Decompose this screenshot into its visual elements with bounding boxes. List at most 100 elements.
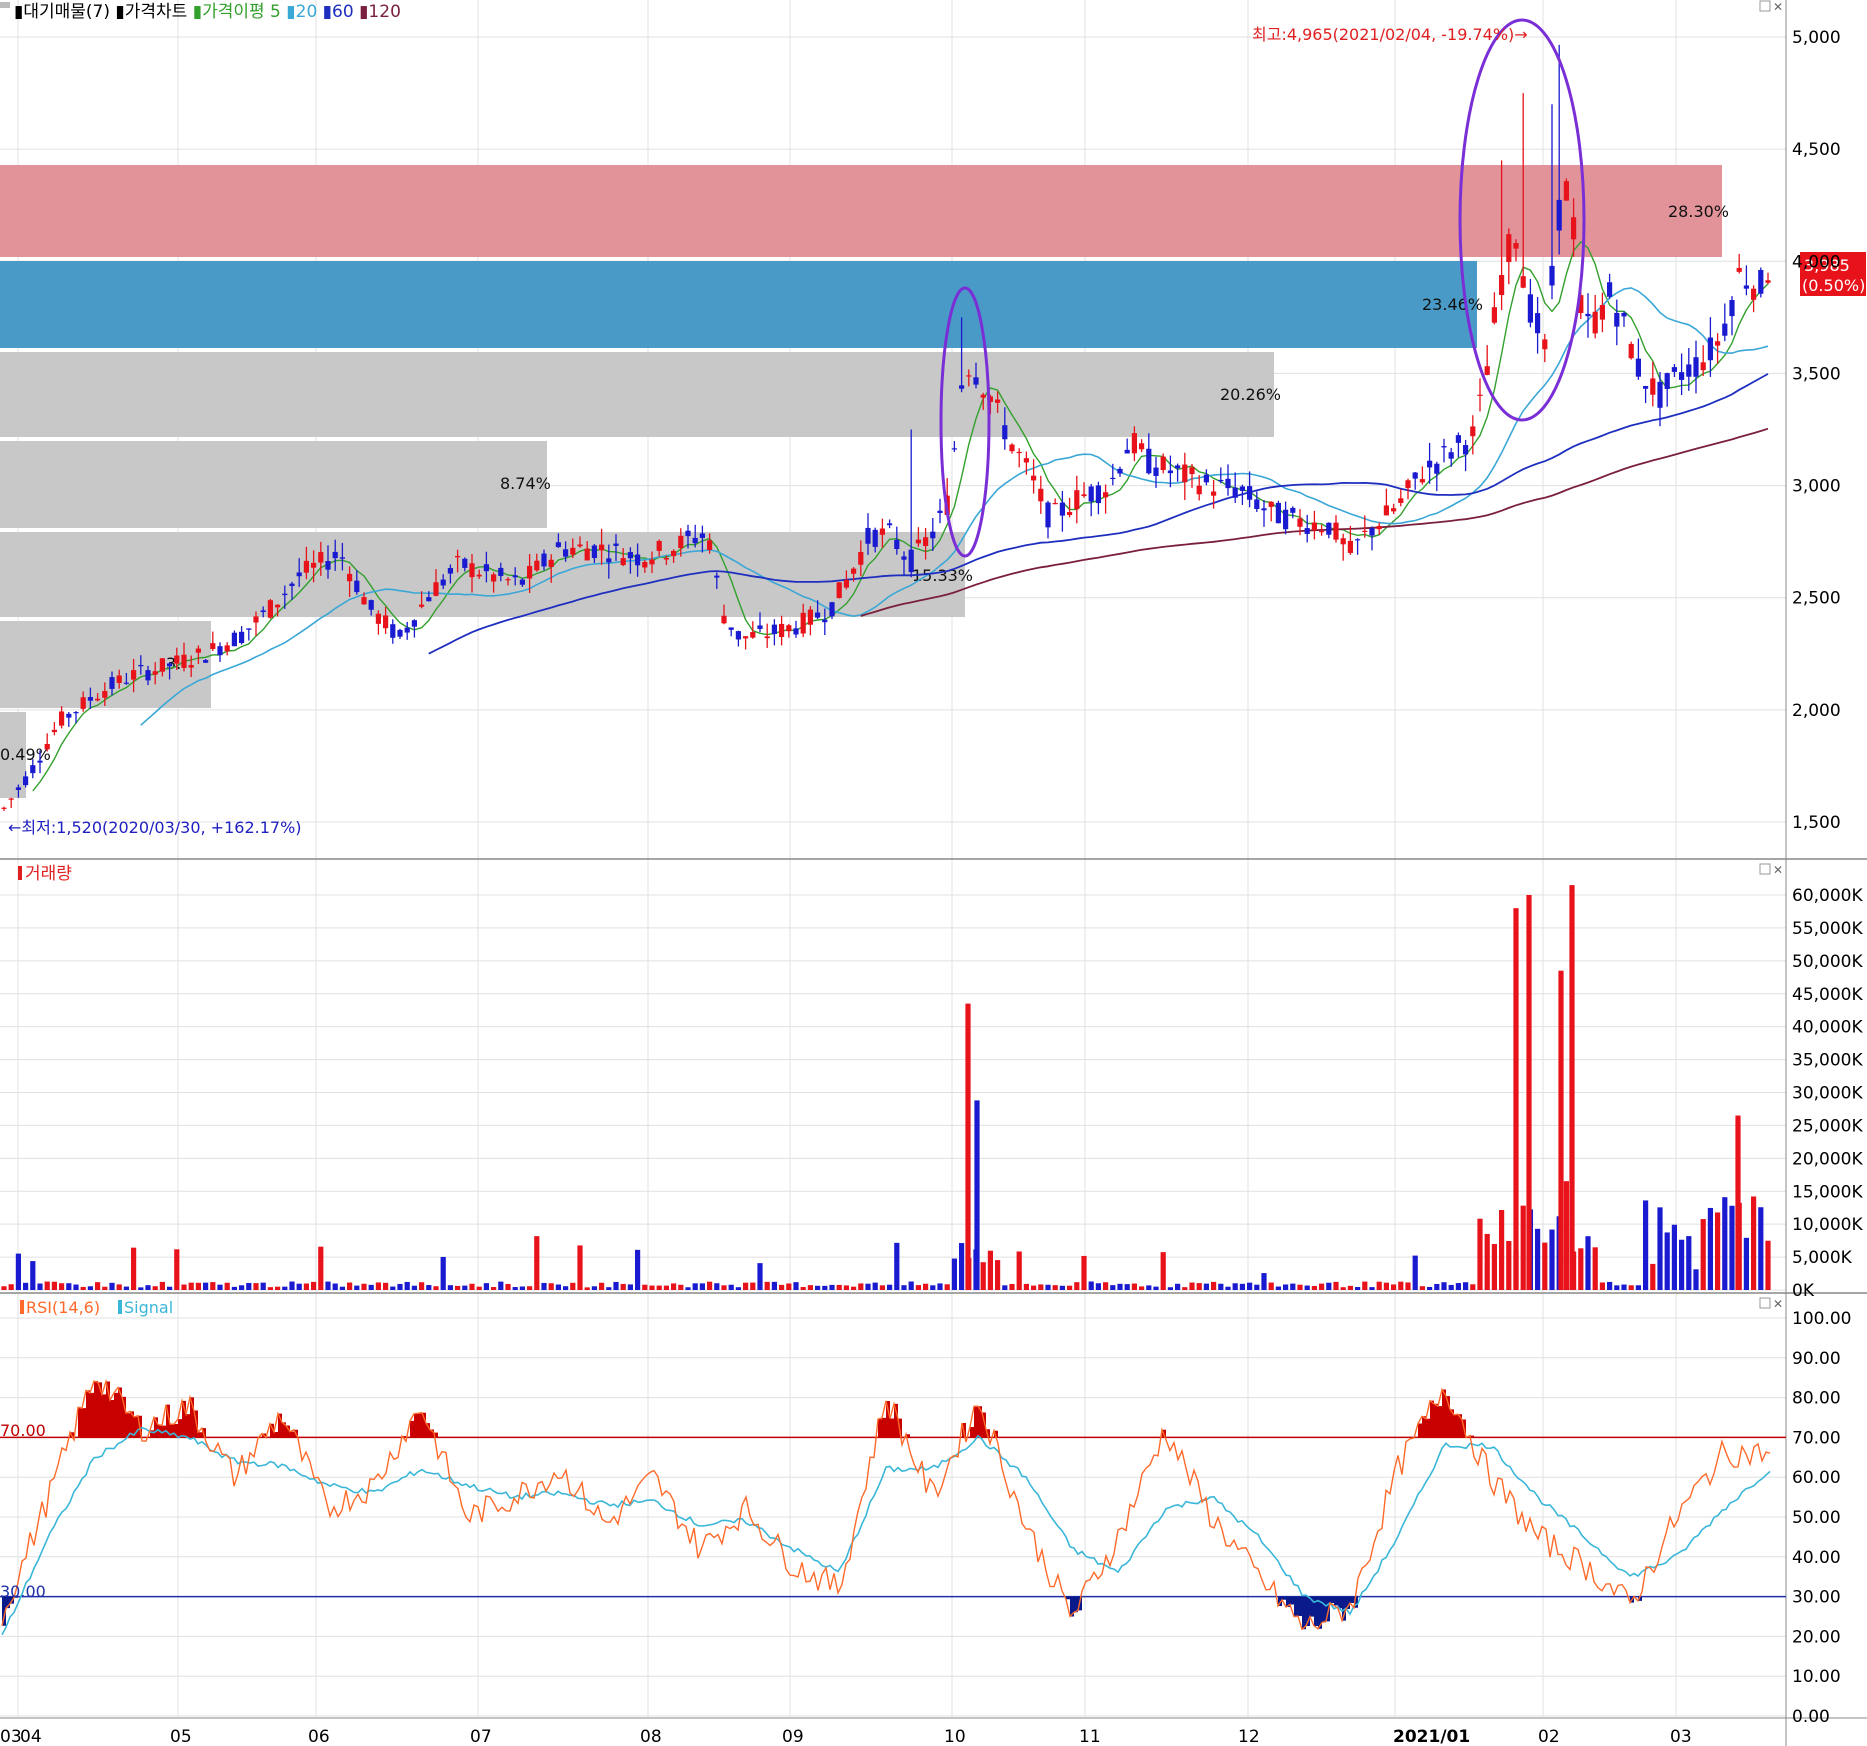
volume-tick-label: 45,000K: [1792, 985, 1863, 1005]
legend-item[interactable]: 5: [265, 2, 281, 22]
candle-body: [591, 545, 597, 559]
volume-title-text: 거래량: [25, 864, 72, 884]
volume-bar: [1297, 1284, 1303, 1290]
volume-bar: [1311, 1286, 1317, 1290]
candle-body: [447, 568, 453, 574]
pane-controls: ✕ ✕ ✕: [1759, 0, 1783, 1311]
volume-bar: [1765, 1240, 1771, 1290]
volume-bar: [1506, 1240, 1512, 1290]
volume-pane-minimize-icon[interactable]: [1759, 863, 1771, 875]
candle-body: [1535, 313, 1541, 334]
volume-bar: [872, 1282, 878, 1290]
candle-body: [469, 563, 475, 578]
volume-bar: [1657, 1207, 1663, 1290]
candle-body: [1765, 280, 1771, 283]
volume-bar: [750, 1282, 756, 1290]
volume-bar: [930, 1285, 936, 1290]
candle-body: [750, 632, 756, 638]
candle-body: [375, 613, 381, 624]
volume-bar: [1693, 1269, 1699, 1290]
price-pane-close-icon[interactable]: ✕: [1773, 0, 1783, 14]
candle-body: [1117, 468, 1123, 474]
rsi-pane-close-icon[interactable]: ✕: [1773, 1297, 1783, 1311]
volume-bar: [433, 1286, 439, 1290]
volume-bar: [1362, 1281, 1368, 1290]
candle-body: [1700, 362, 1706, 371]
candle-body: [239, 631, 245, 643]
volume-bar: [570, 1282, 576, 1290]
volume-bar: [73, 1284, 79, 1290]
volume-bar: [1707, 1207, 1713, 1290]
volume-bar: [390, 1286, 396, 1290]
x-tick-label: 06: [308, 1727, 330, 1746]
candle-body: [37, 760, 43, 763]
volume-bar: [1484, 1233, 1490, 1290]
legend-item[interactable]: ▮20: [281, 2, 317, 22]
candle-body: [1463, 445, 1469, 455]
volume-bar: [368, 1284, 374, 1290]
volume-bar: [1131, 1283, 1137, 1290]
candle-body: [1340, 538, 1346, 545]
volume-bar: [37, 1283, 43, 1290]
candle-body: [1355, 539, 1361, 541]
candle-body: [505, 579, 511, 581]
x-tick-label: 2021/01: [1393, 1727, 1470, 1746]
candle-body: [771, 624, 777, 635]
candle-body: [599, 544, 605, 551]
candle-body: [1016, 451, 1022, 454]
volume-bar: [915, 1285, 921, 1290]
candle-body: [1074, 490, 1080, 510]
volume-pane-close-icon[interactable]: ✕: [1773, 863, 1783, 877]
volume-tick-label: 20,000K: [1792, 1149, 1863, 1169]
candle-body: [1139, 443, 1145, 450]
candle-body: [923, 537, 929, 547]
candle-body: [1628, 343, 1634, 359]
rsi-pane-minimize-icon[interactable]: [1759, 1297, 1771, 1309]
volume-tick-label: 35,000K: [1792, 1051, 1863, 1071]
candle-body: [210, 643, 216, 650]
candle-body: [1059, 502, 1065, 516]
volume-bar: [145, 1285, 151, 1290]
candle-body: [224, 645, 230, 652]
volume-bar: [771, 1281, 777, 1290]
candle-body: [836, 582, 842, 599]
high-annotation: 최고:4,965(2021/02/04, -19.74%)→: [1252, 25, 1528, 44]
legend-item[interactable]: ▮120: [354, 2, 401, 22]
pane-menu-icon[interactable]: [0, 2, 10, 8]
price-pane-minimize-icon[interactable]: [1759, 0, 1771, 12]
candle-body: [541, 553, 547, 567]
volume-bar: [908, 1281, 914, 1290]
candle-body: [253, 616, 259, 623]
legend-item[interactable]: ▮가격이평: [187, 2, 264, 22]
volume-bar: [80, 1286, 86, 1290]
volume-bar: [1189, 1282, 1195, 1290]
legend-item[interactable]: ▮60: [317, 2, 353, 22]
volume-bar: [1002, 1285, 1008, 1290]
volume-title-marker: [18, 866, 22, 880]
candle-body: [1621, 312, 1627, 317]
volume-bar: [1261, 1273, 1267, 1290]
volume-bar: [692, 1283, 698, 1290]
candle-body: [1009, 444, 1015, 452]
legend-item[interactable]: ▮대기매물(7): [14, 2, 110, 22]
volume-bar: [858, 1283, 864, 1290]
x-tick-label: 11: [1079, 1727, 1101, 1746]
volume-bar: [296, 1283, 302, 1290]
volume-bar: [491, 1287, 497, 1290]
volume-bar: [1160, 1252, 1166, 1290]
volume-bar: [339, 1286, 345, 1290]
volume-bar: [980, 1262, 986, 1290]
volume-bar: [1535, 1228, 1541, 1290]
candle-body: [1592, 311, 1598, 334]
legend-item[interactable]: ▮가격차트: [110, 2, 187, 22]
volume-bar: [743, 1282, 749, 1290]
volume-bar: [1715, 1212, 1721, 1290]
supply-zone: [0, 441, 547, 528]
candle-body: [1563, 181, 1569, 201]
volume-bar: [714, 1283, 720, 1290]
volume-bar: [671, 1283, 677, 1290]
candle-body: [951, 448, 957, 450]
candle-body: [865, 527, 871, 544]
candle-body: [1088, 486, 1094, 502]
candle-body: [498, 567, 504, 577]
